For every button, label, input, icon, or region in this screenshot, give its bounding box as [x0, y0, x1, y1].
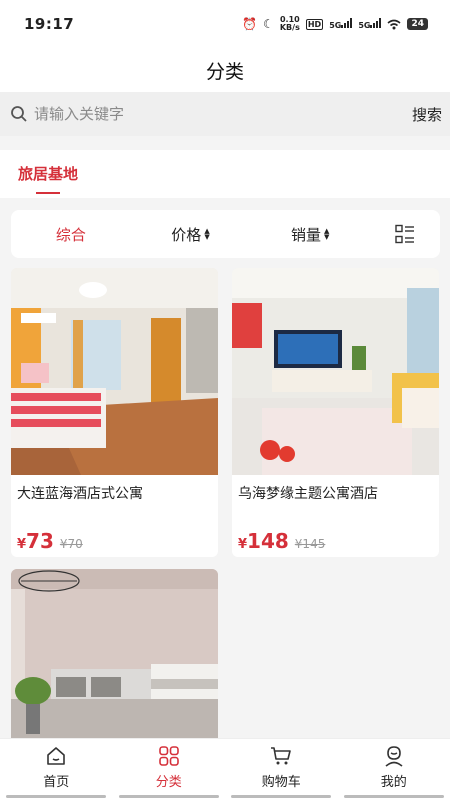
nav-home-label: 首页 [43, 775, 70, 790]
home-icon [47, 747, 66, 765]
status-icons: ⏰ ☾ 0.10 KB/s HD 5G 5G 24 [242, 16, 428, 32]
product-card[interactable]: 乌海梦缘主题公寓酒店 ¥148 ¥145 [232, 268, 439, 557]
nav-profile[interactable]: 我的 [338, 739, 450, 800]
product-image [11, 569, 218, 738]
search-button[interactable]: 搜索 [412, 104, 442, 125]
product-image [11, 268, 218, 475]
layout-toggle-button[interactable] [370, 224, 440, 244]
list-grid-icon [395, 224, 415, 244]
page-title: 分类 [205, 60, 244, 83]
signal-sim2-icon: 5G [358, 17, 382, 31]
category-tabs: 旅居基地 [0, 150, 450, 198]
header: 分类 [0, 48, 450, 92]
nav-category-label: 分类 [155, 775, 182, 790]
product-name: 大连蓝海酒店式公寓 [17, 486, 143, 502]
nav-cart-label: 购物车 [261, 775, 301, 790]
original-price: ¥70 [59, 537, 83, 551]
bottom-nav: 首页 分类 购物车 我的 [0, 738, 450, 800]
product-image [232, 268, 439, 475]
nav-indicator [6, 795, 107, 798]
category-grid-icon [158, 746, 179, 766]
price-row: ¥148 ¥145 [232, 521, 439, 553]
price-row: ¥73 ¥70 [11, 521, 218, 553]
filter-price[interactable]: 价格 ▲ ▼ [131, 224, 251, 245]
status-bar: 19:17 ⏰ ☾ 0.10 KB/s HD 5G 5G 24 [0, 0, 450, 48]
original-price: ¥145 [294, 537, 326, 551]
hd-badge: HD [305, 18, 324, 30]
sort-arrows-icon: ▲ ▼ [323, 227, 330, 241]
nav-profile-label: 我的 [380, 775, 407, 790]
wifi-icon [387, 19, 401, 29]
signal-sim1-icon: 5G [329, 17, 353, 31]
search-icon [11, 106, 27, 122]
search-bar: 搜索 [0, 92, 450, 136]
product-price: ¥148 [238, 529, 289, 553]
filter-sales[interactable]: 销量 ▲ ▼ [250, 224, 370, 245]
network-speed: 0.10 KB/s [279, 15, 300, 32]
nav-cart[interactable]: 购物车 [225, 739, 338, 800]
product-name: 乌海梦缘主题公寓酒店 [238, 486, 378, 502]
filter-bar: 综合 价格 ▲ ▼ 销量 ▲ ▼ [11, 210, 440, 258]
filter-comprehensive[interactable]: 综合 [11, 224, 131, 245]
nav-indicator [343, 795, 444, 798]
tab-travel-base[interactable]: 旅居基地 [18, 150, 78, 198]
alarm-icon: ⏰ [242, 17, 258, 31]
battery-icon: 24 [407, 18, 428, 30]
status-time: 19:17 [24, 15, 75, 33]
sort-arrows-icon: ▲ ▼ [204, 227, 210, 241]
cart-icon [271, 747, 292, 765]
nav-indicator [231, 795, 332, 798]
nav-category[interactable]: 分类 [113, 739, 226, 800]
profile-icon [385, 746, 403, 767]
search-input[interactable] [34, 105, 412, 123]
nav-indicator [118, 795, 219, 798]
moon-icon: ☾ [263, 17, 274, 31]
product-card[interactable] [11, 569, 218, 738]
product-price: ¥73 [17, 529, 54, 553]
product-card[interactable]: 大连蓝海酒店式公寓 ¥73 ¥70 [11, 268, 218, 557]
nav-home[interactable]: 首页 [0, 739, 113, 800]
